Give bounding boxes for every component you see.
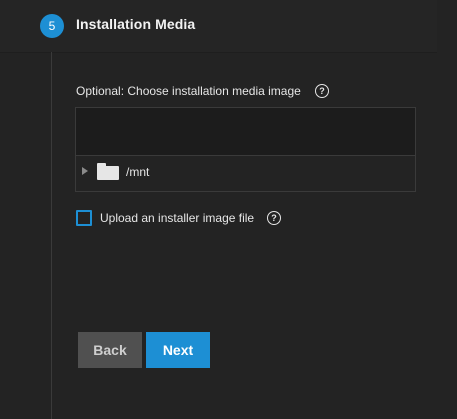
step-header[interactable]: 5 Installation Media: [0, 0, 437, 53]
step-title: Installation Media: [76, 16, 196, 32]
tree-node-label: /mnt: [126, 165, 150, 179]
chevron-right-icon[interactable]: [82, 167, 88, 175]
media-image-label: Optional: Choose installation media imag…: [76, 84, 301, 98]
folder-icon: [97, 163, 119, 180]
vm-wizard-page: 5 Installation Media Optional: Choose in…: [0, 0, 457, 419]
stepper-connector-line: [51, 52, 52, 419]
media-path-input[interactable]: [76, 108, 415, 156]
next-button[interactable]: Next: [146, 332, 210, 368]
help-icon[interactable]: ?: [267, 211, 281, 225]
tree-node-mnt[interactable]: /mnt: [76, 156, 415, 190]
step-number-badge: 5: [40, 14, 64, 38]
upload-installer-checkbox[interactable]: [76, 210, 92, 226]
upload-installer-label[interactable]: Upload an installer image file: [100, 211, 254, 225]
file-explorer: /mnt: [75, 107, 416, 192]
back-button[interactable]: Back: [78, 332, 142, 368]
help-icon[interactable]: ?: [315, 84, 329, 98]
